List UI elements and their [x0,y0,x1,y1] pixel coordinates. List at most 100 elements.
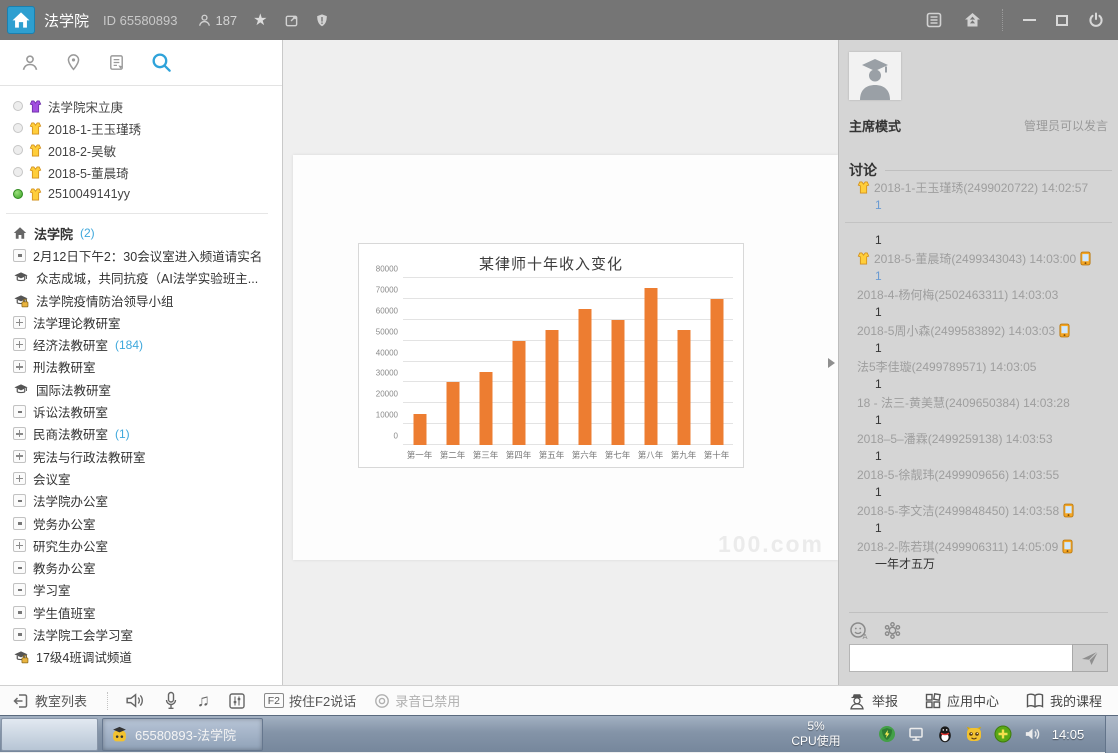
qq-tray-icon[interactable] [936,725,954,743]
message-sender-time: 2018-5-李文洁(2499848450) 14:03:58 [857,502,1059,519]
yy-tray-icon[interactable] [965,725,983,743]
security-shield-icon[interactable] [315,13,329,28]
channel-row[interactable]: 研究生办公室 [13,534,282,556]
channel-row[interactable]: 法学理论教研室 [13,311,282,333]
report-button[interactable]: 举报 [847,691,898,711]
antivirus-shield-tray-icon[interactable] [878,725,896,743]
bar [446,382,459,445]
message-sender-time: 2018-5-董晨琦(2499343043) 14:03:00 [874,250,1076,267]
send-button[interactable] [1072,644,1108,672]
taskbar-button-empty[interactable] [1,718,98,751]
message-header: 2018-5周小森(2499583892) 14:03:03 [845,321,1116,339]
member-list: 法学院宋立庚 2018-1-王玉瑾琇 2018-2-吴敏 2018-5-董晨琦 … [0,86,282,205]
bar [710,299,723,445]
channel-row[interactable]: 法学院办公室 [13,490,282,512]
app-center-button[interactable]: 应用中心 [924,691,999,710]
channel-row[interactable]: 党务办公室 [13,512,282,534]
search-tab-icon[interactable] [150,51,173,74]
channel-row[interactable]: 宪法与行政法教研室 [13,445,282,467]
channel-home-icon[interactable] [963,11,982,29]
members-tab-icon[interactable] [20,53,40,73]
channel-row[interactable]: 法学院 (2) [13,222,282,244]
subchannel-plus-icon [13,360,26,373]
bar [479,372,492,445]
channel-count: (184) [115,338,143,352]
message-header: 2018-4-杨何梅(2502463311) 14:03:03 [845,285,1116,303]
member-row[interactable]: 法学院宋立庚 [13,95,282,117]
channel-name: 会议室 [33,469,71,488]
popout-icon[interactable] [284,13,299,28]
message-header: 2018–5–潘霖(2499259138) 14:03:53 [845,429,1116,447]
channel-row[interactable]: 国际法教研室 [13,378,282,400]
channel-name: 宪法与行政法教研室 [33,447,146,466]
notes-list-icon[interactable] [925,11,943,29]
settings-flower-icon[interactable] [883,620,902,640]
channel-row[interactable]: 17级4班调试频道 [13,646,282,668]
chat-message-list[interactable]: 2018-1-王玉瑾琇(2499020722) 14:02:57 1 1 2018… [845,178,1116,608]
channel-row[interactable]: 刑法教研室 [13,356,282,378]
network-tray-icon[interactable] [907,725,925,743]
bar [644,288,657,445]
channel-row[interactable]: 诉讼法教研室 [13,400,282,422]
channel-count: (1) [115,427,130,441]
message-sender-time: 2018-2-陈若琪(2499906311) 14:05:09 [857,538,1058,555]
show-desktop-button[interactable] [1105,716,1118,753]
channel-row[interactable]: 法学院疫情防治领导小组 [13,289,282,311]
bar [512,341,525,445]
favorite-star-icon[interactable]: ★ [253,10,267,30]
minimize-button[interactable] [1023,19,1036,21]
message-content: 1 [845,267,1116,285]
channel-row[interactable]: 学习室 [13,579,282,601]
channel-row[interactable]: 法学院工会学习室 [13,623,282,645]
y-tick-label: 10000 [376,411,398,420]
taskbar-button-active[interactable]: 65580893-法学院 [102,718,263,751]
mixer-icon[interactable] [228,692,246,710]
channel-name: 法学理论教研室 [33,313,121,332]
channel-row[interactable]: 众志成城，共同抗疫（AI法学实验班主... [13,267,282,289]
message-content: 1 [845,411,1116,429]
notice-tab-icon[interactable] [107,53,126,72]
collapse-panel-arrow-icon[interactable] [828,358,835,368]
subchannel-plus-icon [13,316,26,329]
push-to-talk-button[interactable]: F2 按住F2说话 [264,691,356,710]
message-sender-time: 18 - 法三-黄美慧(2409650384) 14:03:28 [857,394,1070,411]
music-icon[interactable]: ♫ [197,692,210,709]
right-sidebar: 主席模式 管理员可以发言 讨论 2018-1-王玉瑾琇(2499020722) … [838,40,1118,685]
toolbar-left-group: 教室列表 ♫ F2 按住F2说话 录音已禁用 [0,691,478,711]
member-row[interactable]: 2018-2-吴敏 [13,139,282,161]
member-row[interactable]: 2018-1-王玉瑾琇 [13,117,282,139]
maximize-button[interactable] [1056,15,1068,26]
channel-row[interactable]: 教务办公室 [13,556,282,578]
member-row[interactable]: 2018-5-董晨琦 [13,161,282,183]
member-row[interactable]: 2510049141yy [13,183,282,205]
message-sender-time: 法5李佳璇(2499789571) 14:03:05 [857,358,1036,375]
message-header: 2018-5-徐靓玮(2499909656) 14:03:55 [845,465,1116,483]
emoticon-icon[interactable]: A [849,620,869,640]
power-close-button[interactable] [1088,12,1104,28]
channel-row[interactable]: 经济法教研室 (184) [13,333,282,355]
green-plus-tray-icon[interactable] [994,725,1012,743]
bar-slot [634,278,667,445]
channel-row[interactable]: 2月12日下午2：30会议室进入频道请实名 [13,244,282,266]
app-taskbar-icon [111,726,128,743]
channel-row[interactable]: 民商法教研室 (1) [13,423,282,445]
report-label: 举报 [872,691,898,710]
message-content: 1 [845,231,1116,249]
permission-label: 管理员可以发言 [1024,117,1108,134]
presenter-avatar[interactable] [849,52,901,100]
location-tab-icon[interactable] [64,53,83,72]
message-header: 2018-5-李文洁(2499848450) 14:03:58 [845,501,1116,519]
channel-row[interactable]: 学生值班室 [13,601,282,623]
app-home-icon[interactable] [7,6,35,34]
channel-name: 法学院 [34,224,73,243]
microphone-icon[interactable] [163,691,179,711]
online-status-icon [13,189,23,199]
channel-row[interactable]: 会议室 [13,467,282,489]
classroom-list-button[interactable]: 教室列表 [12,691,87,710]
classroom-cap-icon [13,270,29,285]
chat-input[interactable] [849,644,1072,672]
speaker-icon[interactable] [124,691,145,710]
y-tick-label: 50000 [376,327,398,336]
my-courses-button[interactable]: 我的课程 [1025,691,1102,710]
message-header: 2018-1-王玉瑾琇(2499020722) 14:02:57 [845,178,1116,196]
